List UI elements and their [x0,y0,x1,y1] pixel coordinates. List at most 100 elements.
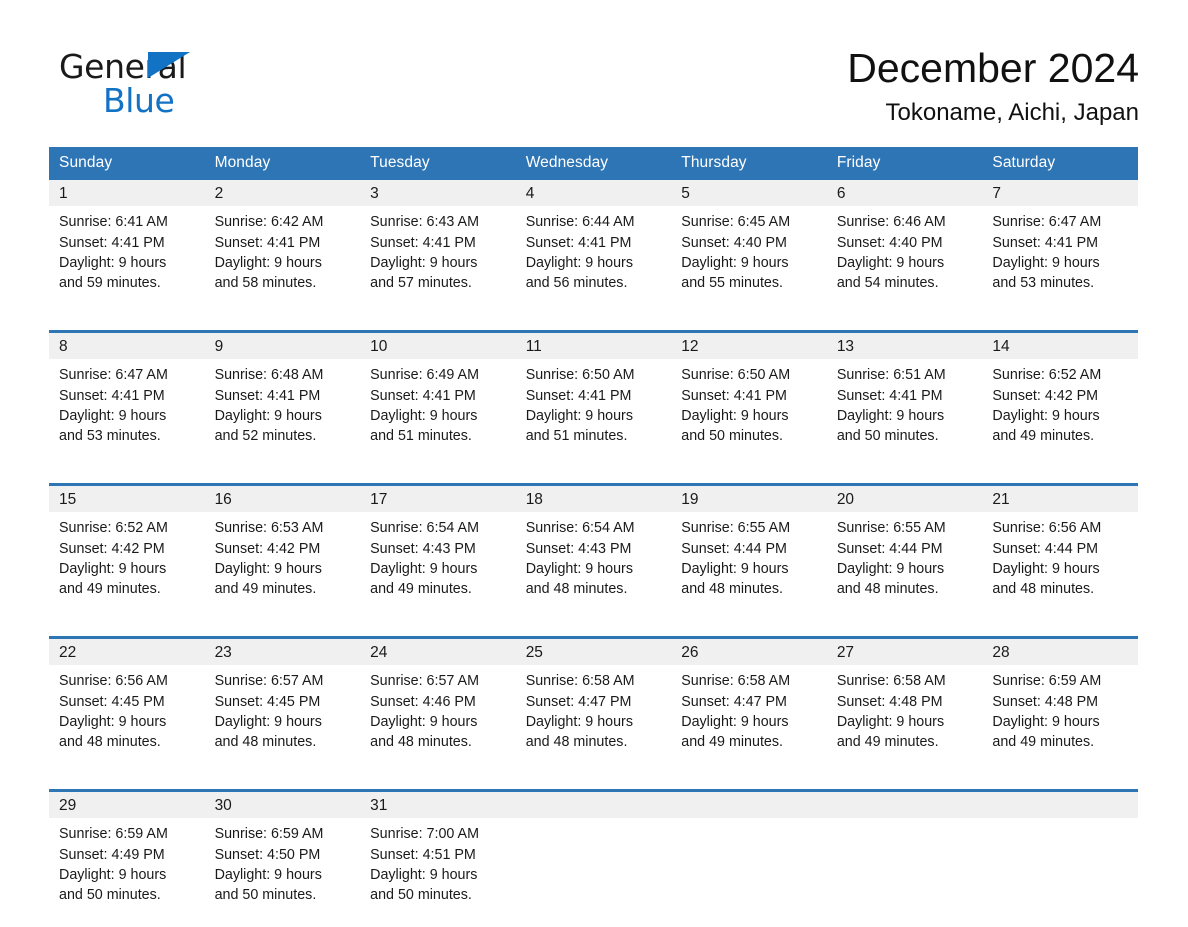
calendar-day-cell[interactable]: 8 Sunrise: 6:47 AM Sunset: 4:41 PM Daylight… [49,330,205,469]
day-number: 20 [826,486,983,513]
daylight-duration-line1: Daylight: 9 hours [59,407,167,424]
day-cell-inner: 28 Sunrise: 6:59 AM Sunset: 4:48 PM Dayligh… [982,639,1138,774]
daylight-duration-line2: and 49 minutes. [681,734,783,751]
calendar-day-cell[interactable]: 7 Sunrise: 6:47 AM Sunset: 4:41 PM Daylight… [982,180,1138,315]
sunset-time: Sunset: 4:40 PM [836,234,943,251]
sunset-time: Sunset: 4:40 PM [681,234,787,251]
calendar-day-cell[interactable]: 24 Sunrise: 6:57 AM Sunset: 4:46 PM Dayligh… [360,636,516,775]
calendar-day-cell[interactable]: 5 Sunrise: 6:45 AM Sunset: 4:40 PM Daylight… [671,180,827,315]
calendar-day-cell[interactable]: 11 Sunrise: 6:50 AM Sunset: 4:41 PM Dayligh… [515,330,672,469]
day-cell-inner: 27 Sunrise: 6:58 AM Sunset: 4:48 PM Dayligh… [826,639,983,774]
calendar-week-row: 22 Sunrise: 6:56 AM Sunset: 4:45 PM Dayligh… [49,636,1138,775]
sunrise-time: Sunrise: 6:50 AM [681,367,791,384]
week-spacer-cell [49,774,1138,791]
calendar-day-cell[interactable]: 15 Sunrise: 6:52 AM Sunset: 4:42 PM Dayligh… [49,483,205,622]
calendar-day-cell[interactable]: 26 Sunrise: 6:58 AM Sunset: 4:47 PM Dayligh… [671,636,827,775]
weekday-header-saturday: Saturday [982,147,1138,181]
day-details: Sunrise: 6:43 AM Sunset: 4:41 PM Daylight:… [360,206,516,293]
calendar-day-cell[interactable]: 9 Sunrise: 6:48 AM Sunset: 4:41 PM Daylight… [204,330,361,469]
calendar-day-cell[interactable]: 14 Sunrise: 6:52 AM Sunset: 4:42 PM Dayligh… [982,330,1138,469]
sunrise-time: Sunrise: 6:55 AM [836,520,946,537]
day-number: 26 [671,639,827,666]
calendar-day-cell[interactable]: 29 Sunrise: 6:59 AM Sunset: 4:49 PM Dayligh… [49,789,205,927]
day-details: Sunrise: 6:49 AM Sunset: 4:41 PM Daylight:… [360,359,516,446]
daylight-duration-line1: Daylight: 9 hours [214,713,322,730]
day-details: Sunrise: 6:56 AM Sunset: 4:45 PM Daylight:… [49,665,205,752]
daylight-duration-line2: and 59 minutes. [59,275,161,292]
daylight-duration-line2: and 53 minutes. [59,428,161,445]
day-number: 30 [204,792,361,819]
day-cell-inner: 31 Sunrise: 7:00 AM Sunset: 4:51 PM Dayligh… [360,792,516,927]
daylight-duration-line2: and 49 minutes. [59,581,161,598]
sunset-time: Sunset: 4:41 PM [59,234,165,251]
calendar-day-cell[interactable]: 13 Sunrise: 6:51 AM Sunset: 4:41 PM Dayligh… [826,330,983,469]
day-details: Sunrise: 6:47 AM Sunset: 4:41 PM Daylight:… [982,206,1138,293]
calendar-day-cell[interactable]: 31 Sunrise: 7:00 AM Sunset: 4:51 PM Dayligh… [360,789,516,927]
calendar-empty-cell [515,789,672,927]
sunrise-time: Sunrise: 6:47 AM [59,367,168,384]
day-number: 21 [982,486,1138,513]
day-details: Sunrise: 6:41 AM Sunset: 4:41 PM Daylight:… [49,206,205,293]
sunset-time: Sunset: 4:43 PM [525,540,632,557]
day-cell-inner: 20 Sunrise: 6:55 AM Sunset: 4:44 PM Dayligh… [826,486,983,621]
calendar-day-cell[interactable]: 21 Sunrise: 6:56 AM Sunset: 4:44 PM Dayligh… [982,483,1138,622]
daylight-duration-line2: and 48 minutes. [214,734,317,751]
calendar-empty-cell [671,789,827,927]
daylight-duration-line1: Daylight: 9 hours [836,407,945,424]
calendar-day-cell[interactable]: 20 Sunrise: 6:55 AM Sunset: 4:44 PM Dayligh… [826,483,983,622]
sunset-time: Sunset: 4:47 PM [525,693,632,710]
daylight-duration-line1: Daylight: 9 hours [992,407,1100,424]
day-details: Sunrise: 6:59 AM Sunset: 4:49 PM Daylight:… [49,818,205,905]
day-number: 17 [360,486,516,513]
calendar-day-cell[interactable]: 10 Sunrise: 6:49 AM Sunset: 4:41 PM Dayligh… [360,330,516,469]
day-cell-inner: 4 Sunrise: 6:44 AM Sunset: 4:41 PM Daylight… [515,180,672,315]
sunrise-time: Sunrise: 6:59 AM [214,826,324,843]
calendar-day-cell[interactable]: 30 Sunrise: 6:59 AM Sunset: 4:50 PM Dayligh… [204,789,361,927]
calendar-day-cell[interactable]: 23 Sunrise: 6:57 AM Sunset: 4:45 PM Dayligh… [204,636,361,775]
sunrise-time: Sunrise: 6:42 AM [214,214,324,231]
calendar-day-cell[interactable]: 18 Sunrise: 6:54 AM Sunset: 4:43 PM Dayligh… [515,483,672,622]
sunrise-time: Sunrise: 6:51 AM [836,367,946,384]
daylight-duration-line1: Daylight: 9 hours [525,407,633,424]
day-details: Sunrise: 6:42 AM Sunset: 4:41 PM Daylight:… [205,206,361,293]
day-cell-inner: 23 Sunrise: 6:57 AM Sunset: 4:45 PM Dayligh… [204,639,361,774]
calendar-day-cell[interactable]: 17 Sunrise: 6:54 AM Sunset: 4:43 PM Dayligh… [360,483,516,622]
calendar-day-cell[interactable]: 19 Sunrise: 6:55 AM Sunset: 4:44 PM Dayligh… [671,483,827,622]
day-number: 8 [49,333,205,360]
calendar-day-cell[interactable]: 22 Sunrise: 6:56 AM Sunset: 4:45 PM Dayligh… [49,636,205,775]
day-cell-inner: 12 Sunrise: 6:50 AM Sunset: 4:41 PM Dayligh… [671,333,827,468]
daylight-duration-line2: and 52 minutes. [214,428,317,445]
calendar-day-cell[interactable]: 6 Sunrise: 6:46 AM Sunset: 4:40 PM Daylight… [826,180,983,315]
calendar-day-cell[interactable]: 25 Sunrise: 6:58 AM Sunset: 4:47 PM Dayligh… [515,636,672,775]
calendar-day-cell[interactable]: 28 Sunrise: 6:59 AM Sunset: 4:48 PM Dayligh… [982,636,1138,775]
sunset-time: Sunset: 4:44 PM [992,540,1099,557]
day-cell-inner [826,792,983,927]
sunset-time: Sunset: 4:49 PM [59,846,165,863]
day-number: 18 [515,486,672,513]
calendar-day-cell[interactable]: 1 Sunrise: 6:41 AM Sunset: 4:41 PM Daylight… [49,180,205,315]
calendar-day-cell[interactable]: 27 Sunrise: 6:58 AM Sunset: 4:48 PM Dayligh… [826,636,983,775]
daylight-duration-line1: Daylight: 9 hours [681,713,789,730]
generalblue-logo[interactable]: General Blue [49,44,199,120]
calendar-day-cell[interactable]: 4 Sunrise: 6:44 AM Sunset: 4:41 PM Daylight… [515,180,672,315]
calendar-day-cell[interactable]: 16 Sunrise: 6:53 AM Sunset: 4:42 PM Dayligh… [204,483,361,622]
day-details: Sunrise: 6:58 AM Sunset: 4:47 PM Daylight:… [516,665,672,752]
calendar-day-cell[interactable]: 12 Sunrise: 6:50 AM Sunset: 4:41 PM Dayligh… [671,330,827,469]
sunset-time: Sunset: 4:51 PM [370,846,476,863]
calendar-day-cell[interactable]: 2 Sunrise: 6:42 AM Sunset: 4:41 PM Daylight… [204,180,361,315]
daylight-duration-line1: Daylight: 9 hours [992,254,1100,271]
calendar-page: General Blue December 2024 Tokoname, Aic… [0,0,1188,927]
sunrise-time: Sunrise: 6:52 AM [992,367,1102,384]
day-number-band [515,792,672,819]
sunrise-time: Sunrise: 6:45 AM [681,214,791,231]
day-cell-inner: 14 Sunrise: 6:52 AM Sunset: 4:42 PM Dayligh… [982,333,1138,468]
sunrise-time: Sunrise: 6:59 AM [59,826,168,843]
sunrise-time: Sunrise: 6:49 AM [370,367,479,384]
day-number: 2 [204,180,361,207]
week-spacer-cell [49,315,1138,332]
day-number: 19 [671,486,827,513]
week-spacer-cell [49,468,1138,485]
calendar-day-cell[interactable]: 3 Sunrise: 6:43 AM Sunset: 4:41 PM Daylight… [360,180,516,315]
daylight-duration-line1: Daylight: 9 hours [59,254,167,271]
sunrise-time: Sunrise: 6:57 AM [370,673,479,690]
